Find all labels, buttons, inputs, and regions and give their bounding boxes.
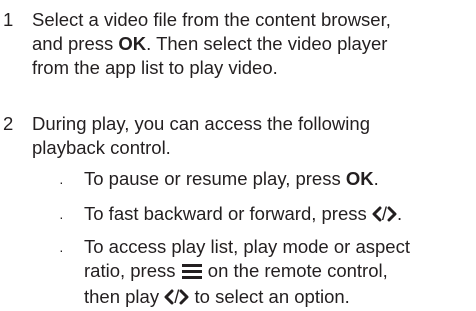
step-1-line-3: from the app list to play video. xyxy=(32,57,278,78)
right-arrow-icon xyxy=(387,204,397,228)
step-1-number: 1 xyxy=(3,9,14,30)
step-2-line-2: playback control. xyxy=(32,137,171,158)
bullet-2-dot: · xyxy=(59,209,64,225)
ok-label: OK xyxy=(118,33,147,54)
bullet-1-post: . xyxy=(373,168,379,189)
bullet-3-line-3: then play / to select an option. xyxy=(84,285,476,311)
step-2-number: 2 xyxy=(3,113,14,134)
bullet-2-line: To fast backward or forward, press /. xyxy=(84,202,476,228)
left-arrow-icon xyxy=(372,204,382,228)
bullet-1-line: To pause or resume play, press OK. xyxy=(84,167,476,191)
bullet-2-post: . xyxy=(397,203,403,224)
right-arrow-icon xyxy=(179,287,189,311)
step-2-line-1: During play, you can access the followin… xyxy=(32,113,370,134)
bullet-1-dot: · xyxy=(59,174,64,190)
bullet-2-text: To fast backward or forward, press /. xyxy=(84,202,476,228)
bullet-1-text: To pause or resume play, press OK. xyxy=(84,167,476,191)
ok-label: OK xyxy=(345,168,374,189)
step-1-line-1: Select a video file from the content bro… xyxy=(32,9,391,30)
step-1-text: Select a video file from the content bro… xyxy=(32,8,474,80)
bullet-3-dot: · xyxy=(59,242,64,258)
bullet-3-line-2-post: on the remote control, xyxy=(202,260,388,281)
bullet-1-pre: To pause or resume play, press xyxy=(84,168,346,189)
step-1-line-2: and press OK. Then select the video play… xyxy=(32,32,474,56)
bullet-3-line-3-post: to select an option. xyxy=(189,286,350,307)
bullet-3-text: To access play list, play mode or aspect… xyxy=(84,235,476,311)
step-2-text: During play, you can access the followin… xyxy=(32,112,474,160)
bullet-3-line-3-pre: then play xyxy=(84,286,165,307)
bullet-2-pre: To fast backward or forward, press xyxy=(84,203,372,224)
bullet-3-line-2: ratio, press on the remote control, xyxy=(84,259,476,285)
menu-icon xyxy=(181,261,203,285)
step-1-line-2-pre: and press xyxy=(32,33,119,54)
bullet-3-line-2-pre: ratio, press xyxy=(84,260,181,281)
left-arrow-icon xyxy=(164,287,174,311)
step-1-line-2-post: . Then select the video player xyxy=(146,33,388,54)
bullet-3-line-1: To access play list, play mode or aspect xyxy=(84,236,410,257)
